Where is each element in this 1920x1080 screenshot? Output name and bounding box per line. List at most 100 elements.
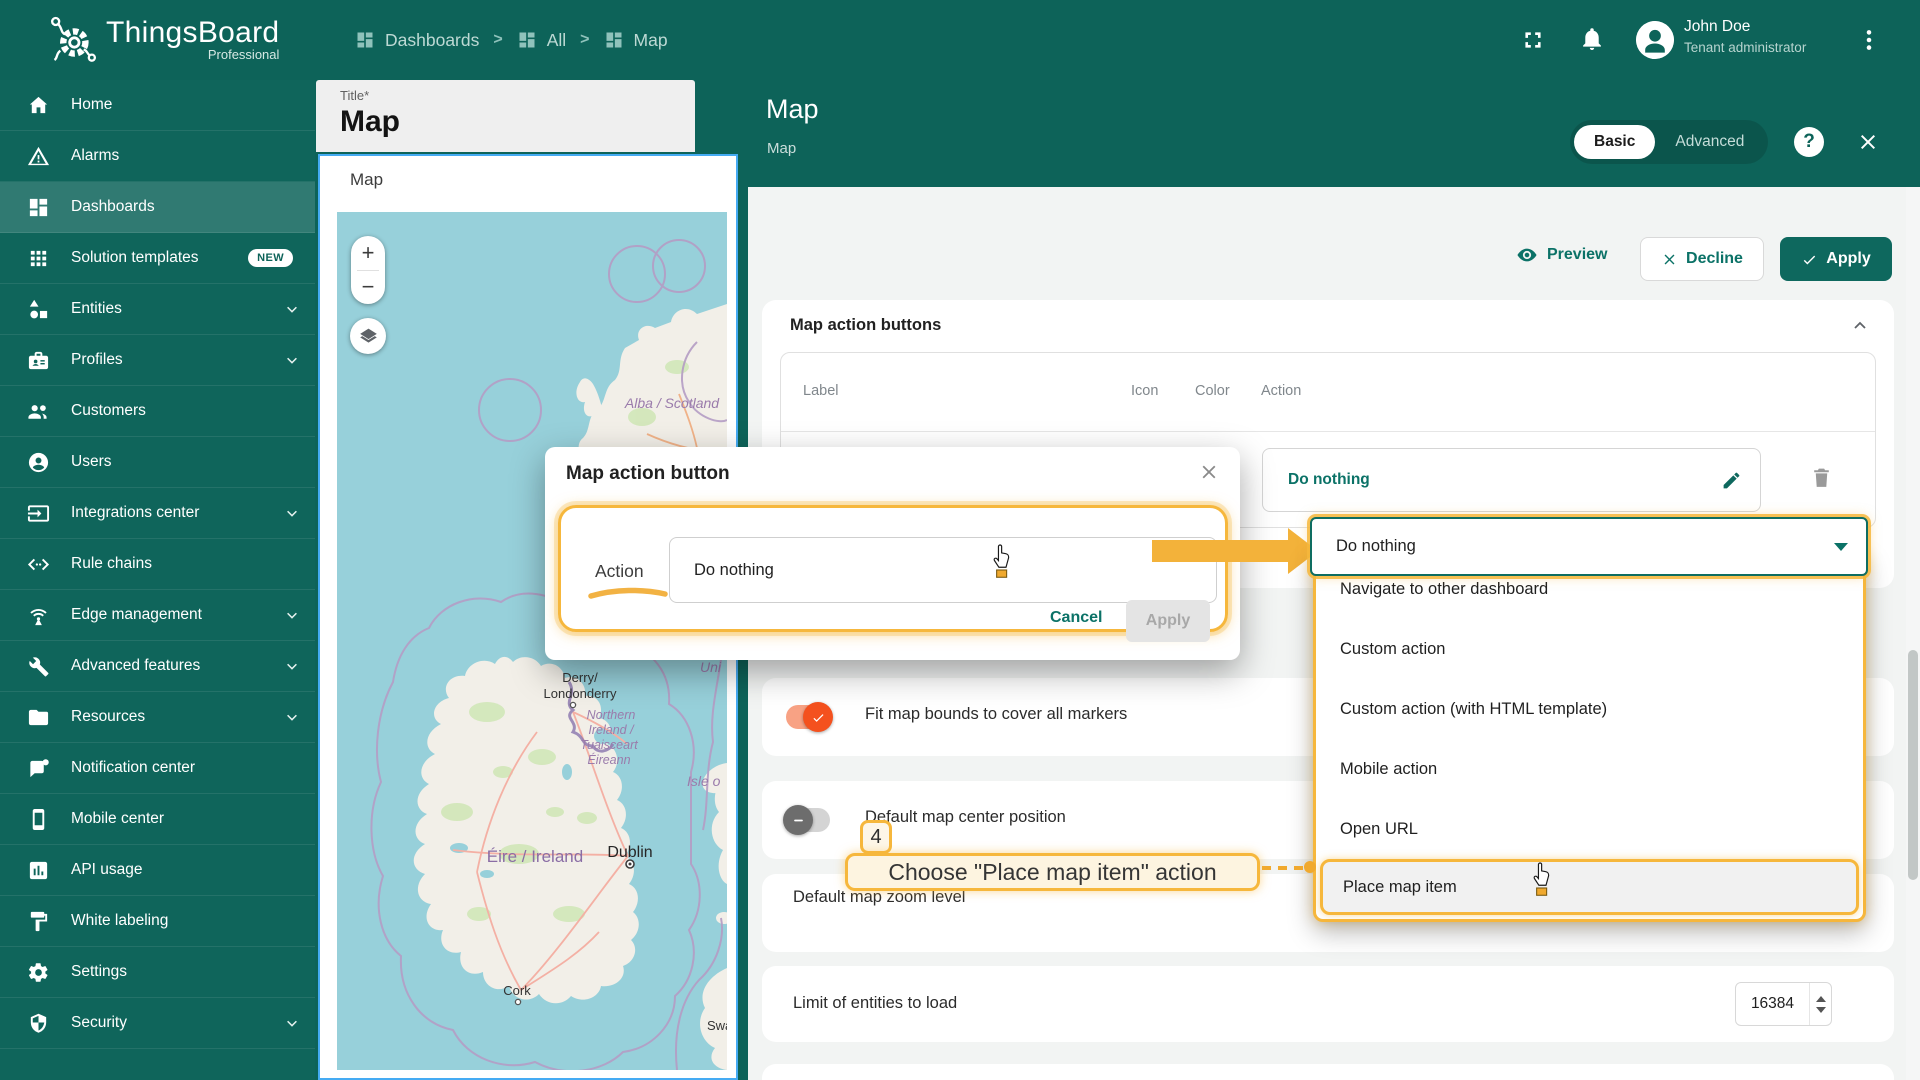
breadcrumb-all[interactable]: All	[517, 30, 566, 51]
map-layers-button[interactable]	[350, 318, 386, 354]
breadcrumb-map[interactable]: Map	[604, 30, 668, 51]
fit-bounds-toggle[interactable]	[786, 702, 833, 732]
dashboard-icon	[355, 30, 375, 50]
sidebar-item-label: Security	[71, 1014, 127, 1031]
sidebar-item-resources[interactable]: Resources	[0, 692, 315, 743]
sidebar-item-alarms[interactable]: Alarms	[0, 131, 315, 182]
dropdown-option-mobile-action[interactable]: Mobile action	[1316, 739, 1863, 799]
entity-limit-input[interactable]: 16384	[1735, 982, 1832, 1026]
more-options-icon[interactable]	[1856, 26, 1882, 54]
profiles-icon	[27, 349, 50, 372]
map-label-uni: Uni	[700, 659, 722, 675]
spinner-up-icon	[1815, 995, 1826, 1002]
sidebar-item-label: Profiles	[71, 351, 123, 368]
white-labeling-icon	[27, 910, 50, 933]
dashboards-icon	[27, 196, 50, 219]
sidebar-item-settings[interactable]: Settings	[0, 947, 315, 998]
delete-trash-icon[interactable]	[1809, 463, 1834, 492]
action-select-field[interactable]: Do nothing	[669, 537, 1217, 603]
action-dropdown-value: Do nothing	[1336, 537, 1416, 555]
thingsboard-logo[interactable]: ThingsBoard Professional	[44, 10, 279, 68]
zoom-in-button[interactable]: +	[351, 236, 385, 270]
settings-close-icon[interactable]	[1856, 130, 1880, 154]
zoom-out-button[interactable]: −	[351, 271, 385, 305]
map-label-tuaisceart: Tuaisceart	[580, 738, 638, 752]
dropdown-option-open-url[interactable]: Open URL	[1316, 799, 1863, 859]
sidebar-item-label: Rule chains	[71, 555, 152, 572]
avatar[interactable]	[1636, 21, 1674, 59]
sidebar-item-mobile-center[interactable]: Mobile center	[0, 794, 315, 845]
sidebar-item-security[interactable]: Security	[0, 998, 315, 1049]
rule-chains-icon	[27, 553, 50, 576]
sidebar-item-edge-management[interactable]: Edge management	[0, 590, 315, 641]
modal-apply-button[interactable]: Apply	[1126, 600, 1210, 642]
breadcrumb-dashboards[interactable]: Dashboards	[355, 30, 479, 51]
breadcrumb-separator: >	[580, 31, 590, 48]
check-icon	[1804, 255, 1816, 264]
map-label-londonderry: Londonderry	[544, 686, 617, 701]
collapse-chevron-icon[interactable]	[1852, 318, 1868, 334]
tab-basic[interactable]: Basic	[1574, 125, 1656, 159]
column-header-icon: Icon	[1131, 383, 1159, 399]
mobile-center-icon	[27, 808, 50, 831]
decline-button[interactable]: Decline	[1640, 237, 1764, 281]
setting-entity-limit: Limit of entities to load 16384	[762, 966, 1894, 1042]
number-spinner[interactable]	[1809, 983, 1831, 1025]
map-label-cork: Cork	[503, 983, 531, 998]
sidebar-item-dashboards[interactable]: Dashboards	[0, 182, 315, 233]
map-label-ireland: Ireland /	[588, 723, 635, 737]
edge-management-icon	[27, 604, 50, 627]
map-label-ireann: Éireann	[587, 752, 630, 767]
sidebar-item-notification-center[interactable]: Notification center	[0, 743, 315, 794]
table-header: Label Icon Color Action	[781, 353, 1875, 431]
sidebar-item-profiles[interactable]: Profiles	[0, 335, 315, 386]
dropdown-option-custom-action[interactable]: Custom action	[1316, 619, 1863, 679]
top-bar: ThingsBoard Professional Dashboards > All >…	[0, 0, 1920, 80]
sidebar-item-integrations-center[interactable]: Integrations center	[0, 488, 315, 539]
hand-cursor-icon	[993, 544, 1010, 578]
sidebar-item-advanced-features[interactable]: Advanced features	[0, 641, 315, 692]
modal-title: Map action button	[566, 463, 730, 484]
dropdown-option-place-map-item[interactable]: Place map item	[1320, 859, 1859, 915]
logo-title: ThingsBoard	[106, 16, 280, 49]
sidebar-item-white-labeling[interactable]: White labeling	[0, 896, 315, 947]
help-icon[interactable]: ?	[1794, 127, 1824, 157]
sidebar-item-label: Dashboards	[71, 198, 155, 215]
users-icon	[27, 451, 50, 474]
scrollbar-thumb[interactable]	[1908, 650, 1918, 880]
user-block[interactable]: John Doe Tenant administrator	[1684, 18, 1834, 55]
notifications-bell-icon[interactable]	[1579, 26, 1605, 57]
chevron-down-icon	[287, 612, 297, 619]
cancel-button[interactable]: Cancel	[1050, 609, 1102, 627]
dropdown-option-custom-action-with-html-template[interactable]: Custom action (with HTML template)	[1316, 679, 1863, 739]
resources-icon	[27, 706, 50, 729]
map-label-ire-ireland: Éire / Ireland	[487, 847, 583, 866]
sidebar-item-rule-chains[interactable]: Rule chains	[0, 539, 315, 590]
sidebar-item-customers[interactable]: Customers	[0, 386, 315, 437]
sidebar-item-label: Notification center	[71, 759, 196, 776]
default-center-toggle[interactable]	[783, 805, 830, 835]
settings-scrollbar[interactable]	[1906, 187, 1920, 1080]
sidebar-item-users[interactable]: Users	[0, 437, 315, 488]
sidebar-item-label: Customers	[71, 402, 146, 419]
apply-button[interactable]: Apply	[1780, 237, 1892, 281]
widget-title-input[interactable]: Title* Map	[316, 80, 695, 152]
next-section-card	[762, 1064, 1894, 1080]
preview-button[interactable]: Preview	[1516, 244, 1607, 266]
sidebar-item-api-usage[interactable]: API usage	[0, 845, 315, 896]
sidebar-item-home[interactable]: Home	[0, 80, 315, 131]
sidebar-item-solution-templates[interactable]: Solution templates NEW	[0, 233, 315, 284]
action-dropdown-trigger[interactable]: Do nothing	[1310, 517, 1868, 576]
sidebar-item-entities[interactable]: Entities	[0, 284, 315, 335]
action-row-select[interactable]: Do nothing	[1262, 448, 1761, 512]
fullscreen-icon[interactable]	[1520, 27, 1546, 58]
sidebar-item-label: Alarms	[71, 147, 120, 164]
new-badge: NEW	[248, 249, 293, 267]
tab-advanced[interactable]: Advanced	[1655, 125, 1764, 159]
edit-pencil-icon[interactable]	[1721, 470, 1742, 491]
advanced-features-icon	[27, 655, 50, 678]
modal-close-icon[interactable]	[1198, 461, 1220, 483]
thingsboard-gear-icon	[51, 16, 97, 62]
chevron-down-icon	[287, 714, 297, 721]
sidebar-item-label: Edge management	[71, 606, 202, 623]
